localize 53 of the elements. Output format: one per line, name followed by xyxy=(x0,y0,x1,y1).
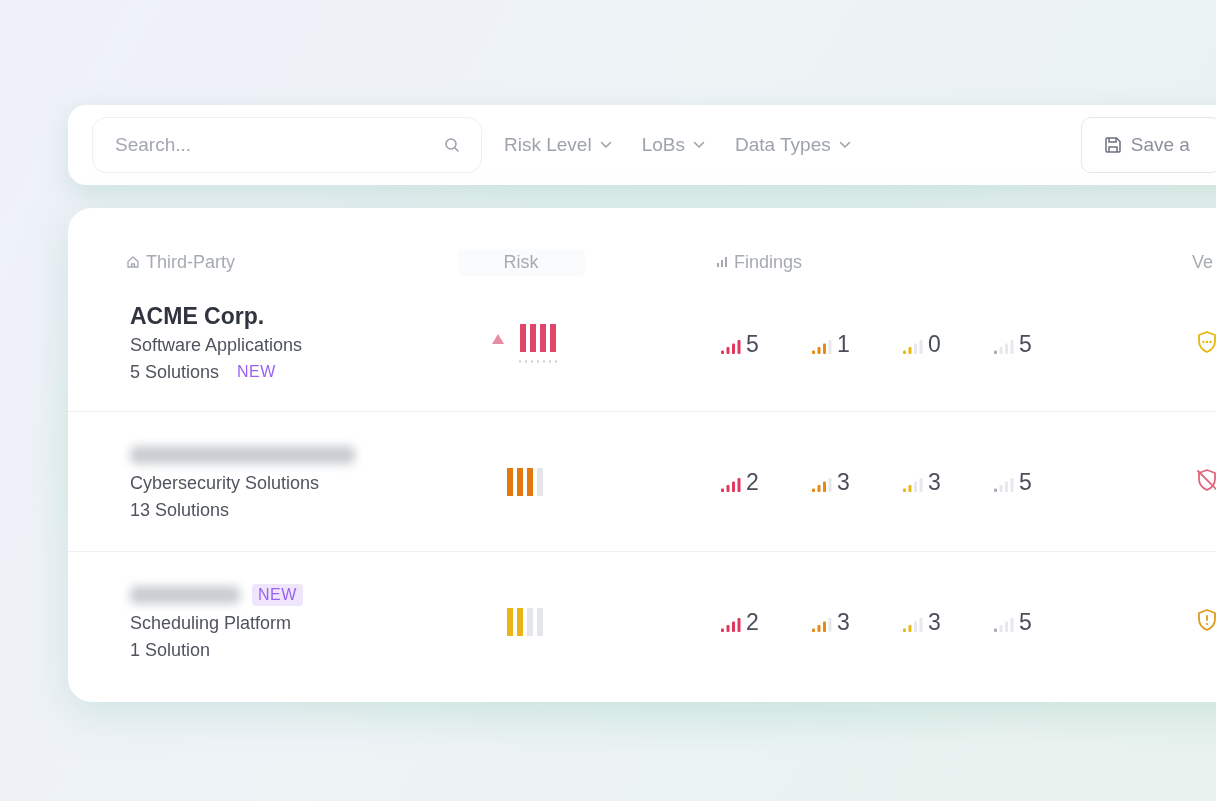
finding-count: 5 xyxy=(1019,333,1032,354)
filter-dropdown[interactable]: Data Types xyxy=(734,130,851,160)
severity-bars-icon xyxy=(993,475,1015,492)
finding-count: 5 xyxy=(1019,611,1032,632)
dotted-line xyxy=(518,360,558,363)
severity-bars-icon xyxy=(902,475,924,492)
solutions-count: 1 Solution xyxy=(130,638,211,662)
finding-count: 5 xyxy=(746,333,759,354)
filter-dropdown[interactable]: LoBs xyxy=(641,130,705,160)
house-icon xyxy=(126,255,140,269)
severity-bars-icon xyxy=(720,615,742,632)
category-text: Software Applications xyxy=(130,333,304,357)
severity-bars-icon xyxy=(993,615,1015,632)
finding-count: 1 xyxy=(837,333,850,354)
solutions-count: 13 Solutions xyxy=(130,498,230,522)
severity-bars-icon xyxy=(720,475,742,492)
finding-count: 3 xyxy=(837,611,850,632)
severity-bars-icon xyxy=(811,475,833,492)
risk-meter xyxy=(518,324,558,352)
chevron-down-icon xyxy=(838,141,851,149)
finding-count: 5 xyxy=(1019,471,1032,492)
company-name[interactable]: ACME Corp. xyxy=(130,303,265,330)
search-field[interactable]: Search... xyxy=(92,117,482,173)
severity-bars-icon xyxy=(902,615,924,632)
severity-bars-icon xyxy=(811,337,833,354)
finding-count: 3 xyxy=(837,471,850,492)
finding-count: 2 xyxy=(746,611,759,632)
severity-bars-icon xyxy=(720,337,742,354)
column-header[interactable]: Third-Party xyxy=(146,251,235,273)
new-label: NEW xyxy=(236,362,277,382)
new-badge: NEW xyxy=(252,583,303,606)
shield-off-icon xyxy=(1196,467,1216,492)
bar-chart-icon xyxy=(716,256,728,268)
solutions-count: 5 Solutions xyxy=(130,360,220,384)
shield-alert-icon xyxy=(1196,607,1216,632)
severity-bars-icon xyxy=(811,615,833,632)
column-header[interactable]: Ve xyxy=(1192,251,1214,273)
severity-bars-icon xyxy=(993,337,1015,354)
filter-dropdown[interactable]: Risk Level xyxy=(504,130,612,160)
shield-dots-icon xyxy=(1196,329,1216,354)
finding-count: 0 xyxy=(928,333,941,354)
severity-bars-icon xyxy=(902,337,924,354)
chevron-down-icon xyxy=(599,141,612,149)
column-header[interactable]: Risk xyxy=(457,248,585,276)
category-text: Scheduling Platform xyxy=(130,611,293,635)
chevron-down-icon xyxy=(692,141,705,149)
column-header[interactable]: Findings xyxy=(734,251,803,273)
search-icon xyxy=(444,137,460,153)
finding-count: 2 xyxy=(746,471,759,492)
save-button[interactable]: Save a xyxy=(1080,117,1216,173)
category-text: Cybersecurity Solutions xyxy=(130,471,321,495)
finding-count: 3 xyxy=(928,611,941,632)
finding-count: 3 xyxy=(928,471,941,492)
